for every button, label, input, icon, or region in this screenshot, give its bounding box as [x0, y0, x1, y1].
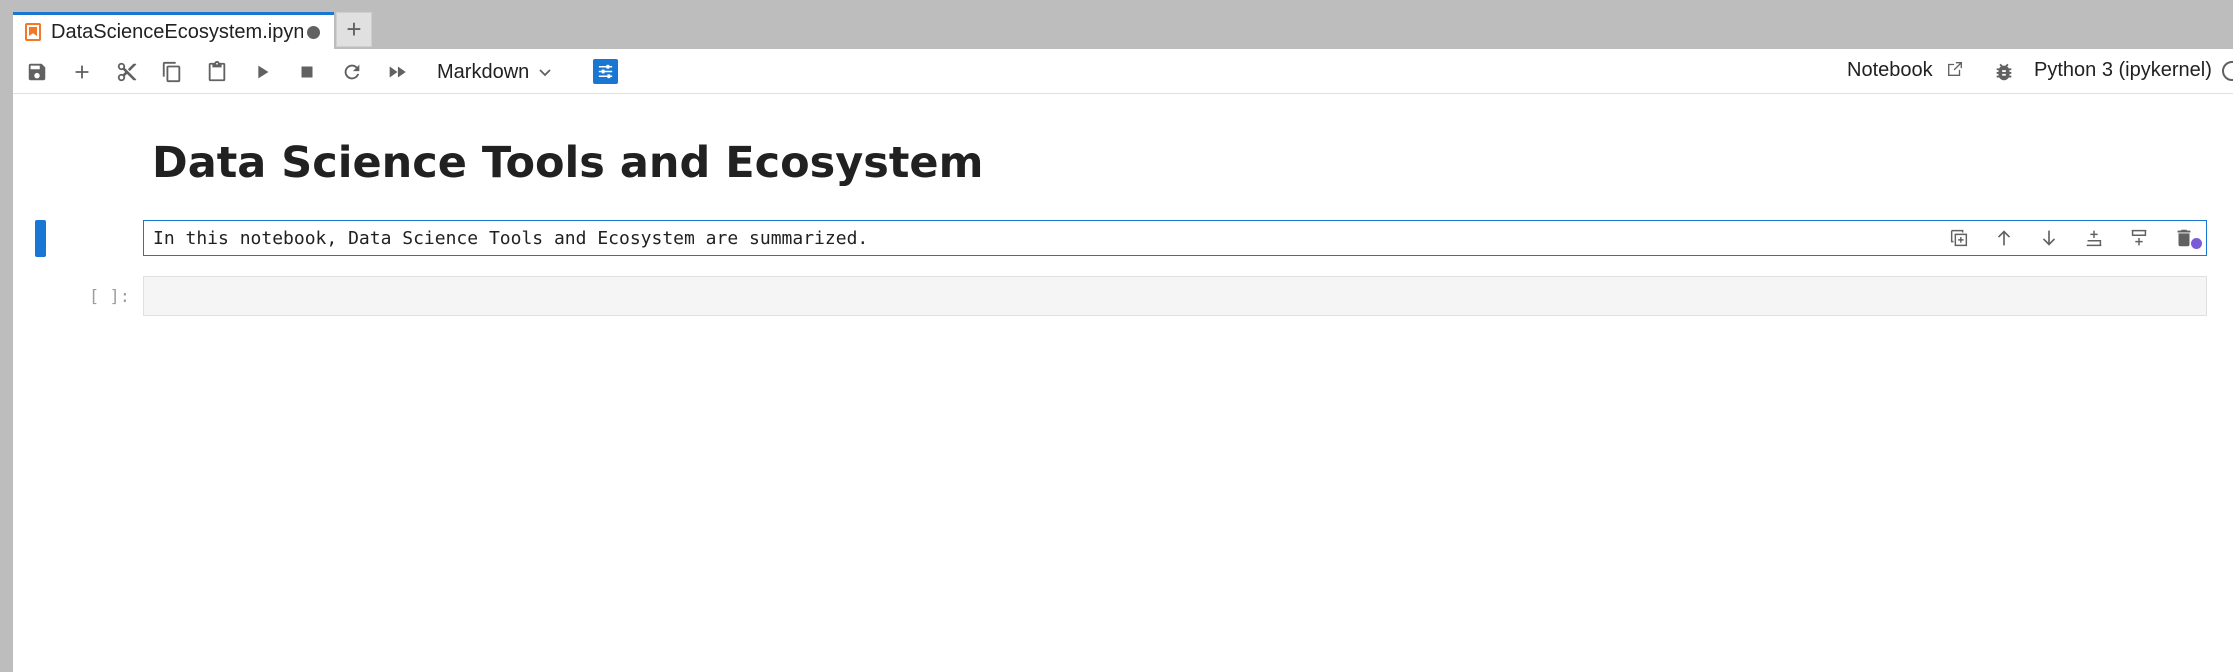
copy-button[interactable]: [155, 55, 189, 89]
cell-toolbar: [1936, 221, 2206, 255]
duplicate-icon: [1950, 229, 1967, 247]
chevron-down-icon: [539, 69, 551, 77]
insert-above-button[interactable]: [2071, 221, 2116, 255]
paste-button[interactable]: [200, 55, 234, 89]
run-all-button[interactable]: [380, 55, 414, 89]
insert-below-button[interactable]: [2116, 221, 2161, 255]
add-cell-icon: [75, 65, 89, 79]
cut-button[interactable]: [110, 55, 144, 89]
kernel-name-button[interactable]: Python 3 (ipykernel): [2034, 59, 2212, 82]
paste-icon: [208, 61, 226, 82]
code-cell-prompt: [ ]:: [89, 287, 130, 307]
restart-icon: [344, 64, 360, 80]
copy-icon: [162, 61, 181, 83]
notebook-label: Notebook: [1847, 59, 1933, 81]
move-up-button[interactable]: [1981, 221, 2026, 255]
save-button[interactable]: [20, 55, 54, 89]
notebook-toolbar: Markdown Notebook Python 3 (ipykernel): [13, 49, 2233, 94]
cell-type-dropdown[interactable]: Markdown: [437, 57, 553, 87]
run-all-icon: [389, 66, 406, 78]
tab-title: DataScienceEcosystem.ipynb: [51, 20, 303, 43]
kernel-label: Python 3 (ipykernel): [2034, 59, 2212, 81]
notebook-tab[interactable]: DataScienceEcosystem.ipynb: [13, 12, 334, 49]
notebook-panel: Data Science Tools and Ecosystem In this…: [13, 94, 2233, 672]
save-icon: [28, 63, 46, 81]
property-inspector-button[interactable]: [593, 59, 618, 84]
stop-button[interactable]: [290, 55, 324, 89]
code-cell-editor[interactable]: [143, 276, 2207, 316]
tab-bar: DataScienceEcosystem.ipynb +: [0, 0, 2233, 49]
duplicate-cell-button[interactable]: [1936, 221, 1981, 255]
cell-type-label: Markdown: [437, 60, 530, 83]
markdown-heading[interactable]: Data Science Tools and Ecosystem: [152, 138, 983, 188]
external-link-icon: [1948, 62, 1962, 76]
sliders-icon: [598, 64, 613, 79]
insert-below-icon: [2131, 229, 2146, 246]
cell-badge-icon: [2191, 238, 2202, 249]
delete-cell-button[interactable]: [2161, 221, 2206, 255]
cell-collapser[interactable]: [35, 220, 46, 257]
kernel-status-icon: [2222, 61, 2233, 81]
run-button[interactable]: [245, 55, 279, 89]
move-down-button[interactable]: [2026, 221, 2071, 255]
markdown-cell-editor[interactable]: In this notebook, Data Science Tools and…: [143, 220, 2207, 256]
stop-icon: [301, 66, 313, 78]
left-sidebar-edge: [0, 49, 13, 672]
add-cell-button[interactable]: [65, 55, 99, 89]
bug-icon: [1996, 63, 2012, 81]
notebook-file-icon: [25, 23, 41, 41]
markdown-cell-text[interactable]: In this notebook, Data Science Tools and…: [153, 228, 868, 249]
run-icon: [258, 65, 269, 79]
debugger-button[interactable]: [1987, 55, 2021, 89]
jupyter-app: DataScienceEcosystem.ipynb + Markdown No…: [0, 0, 2233, 672]
cut-icon: [117, 62, 137, 82]
open-in-notebook-button[interactable]: Notebook: [1847, 59, 1933, 82]
insert-above-icon: [2086, 230, 2101, 247]
unsaved-indicator-icon[interactable]: [307, 25, 320, 39]
restart-button[interactable]: [335, 55, 369, 89]
move-up-icon: [1997, 230, 2010, 246]
new-tab-button[interactable]: +: [336, 12, 372, 47]
move-down-icon: [2042, 230, 2055, 246]
